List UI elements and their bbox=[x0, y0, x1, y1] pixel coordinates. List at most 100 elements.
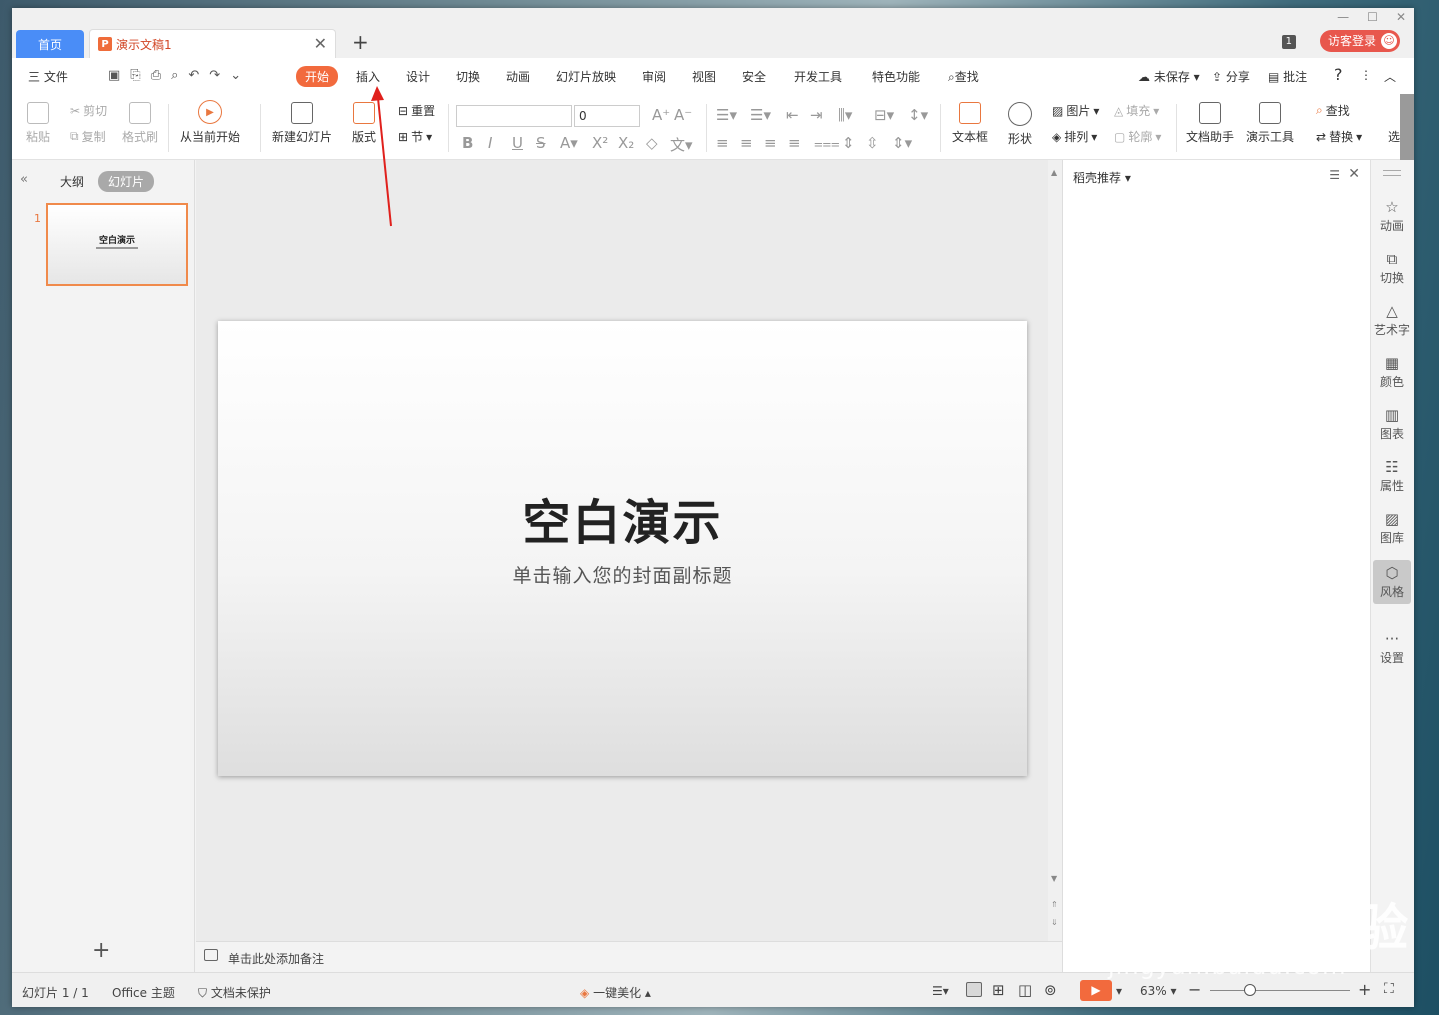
add-slide-button[interactable]: + bbox=[92, 938, 110, 963]
line-spacing-icon[interactable]: ↕▾ bbox=[908, 106, 928, 124]
prev-page-icon[interactable]: ⇑ bbox=[1051, 900, 1058, 909]
shape-button[interactable]: 形状 bbox=[1008, 102, 1032, 147]
save-icon[interactable]: ▣ bbox=[108, 68, 120, 83]
beautify-button[interactable]: ◈ 一键美化 ▴ bbox=[580, 984, 651, 1001]
search-command[interactable]: ⌕查找 bbox=[948, 68, 979, 85]
zoom-level[interactable]: 63% ▾ bbox=[1140, 984, 1177, 998]
sidebar-item-animation[interactable]: ☆ 动画 bbox=[1373, 194, 1411, 238]
section-button[interactable]: ⊞ 节 ▾ bbox=[398, 128, 432, 145]
reading-view-icon[interactable]: ◫ bbox=[1018, 981, 1032, 999]
slide-thumbnail[interactable]: 空白演示 bbox=[46, 203, 188, 286]
close-window-icon[interactable]: ✕ bbox=[1396, 10, 1406, 24]
increase-indent-icon[interactable]: ⇥ bbox=[810, 106, 823, 124]
select-button[interactable]: 选 bbox=[1388, 128, 1400, 145]
text-direction-icon[interactable]: ⊟▾ bbox=[874, 106, 894, 124]
zoom-slider-handle[interactable] bbox=[1244, 984, 1256, 996]
file-menu[interactable]: 三 文件 bbox=[28, 68, 68, 85]
shrink-font-icon[interactable]: A⁻ bbox=[674, 106, 692, 124]
paste-button[interactable]: 粘贴 bbox=[26, 102, 50, 145]
sidebar-item-chart[interactable]: ▥ 图表 bbox=[1373, 402, 1411, 446]
decrease-indent-icon[interactable]: ⇤ bbox=[786, 106, 799, 124]
columns-icon[interactable]: ⫼▾ bbox=[838, 106, 852, 124]
copy-button[interactable]: ⧉ 复制 bbox=[70, 128, 106, 145]
slide-title[interactable]: 空白演示 bbox=[218, 483, 1027, 553]
undo-icon[interactable]: ↶ bbox=[188, 68, 199, 83]
scroll-down-icon[interactable]: ▼ bbox=[1051, 874, 1057, 883]
tab-transition[interactable]: 切换 bbox=[456, 68, 480, 85]
more-icon[interactable]: ⋮ bbox=[1360, 68, 1372, 82]
picture-button[interactable]: ▨ 图片 ▾ bbox=[1052, 102, 1099, 119]
window-count-badge[interactable]: 1 bbox=[1281, 35, 1296, 49]
reset-button[interactable]: ⊟ 重置 bbox=[398, 102, 435, 119]
play-options-icon[interactable]: ▾ bbox=[1116, 984, 1122, 998]
print-preview-icon[interactable]: ⌕ bbox=[171, 68, 178, 83]
canvas-scrollbar[interactable]: ▲ ▼ ⇑ ⇓ bbox=[1048, 160, 1062, 941]
present-tools-button[interactable]: 演示工具 bbox=[1246, 102, 1294, 145]
login-button[interactable]: 访客登录 ☺ bbox=[1319, 30, 1400, 52]
align-right-icon[interactable]: ≡ bbox=[764, 134, 777, 152]
font-size-select[interactable]: 0 bbox=[574, 105, 640, 127]
zoom-in-icon[interactable]: + bbox=[1358, 980, 1371, 999]
tab-home[interactable]: 首页 bbox=[16, 30, 84, 58]
slide[interactable]: 空白演示 单击输入您的封面副标题 bbox=[218, 321, 1027, 776]
notes-toggle-icon[interactable]: ☰▾ bbox=[932, 984, 949, 998]
sidebar-item-style[interactable]: ⬡ 风格 bbox=[1373, 560, 1411, 604]
tab-features[interactable]: 特色功能 bbox=[872, 68, 920, 85]
from-current-button[interactable]: ▶ 从当前开始 bbox=[180, 100, 240, 145]
theme-name[interactable]: Office 主题 bbox=[112, 984, 175, 1001]
distribute-icon[interactable]: ⩶ bbox=[814, 134, 840, 152]
subscript-icon[interactable]: X₂ bbox=[618, 134, 634, 152]
sorter-view-icon[interactable]: ⊞ bbox=[992, 981, 1005, 999]
customize-icon[interactable]: ⌄ bbox=[230, 68, 241, 83]
align-center-icon[interactable]: ≡ bbox=[740, 134, 753, 152]
doc-assistant-button[interactable]: 文档助手 bbox=[1186, 102, 1234, 145]
vertical-align-icon[interactable]: ⇳ bbox=[866, 134, 879, 152]
italic-icon[interactable]: I bbox=[488, 134, 492, 152]
arrange-button[interactable]: ◈ 排列 ▾ bbox=[1052, 128, 1097, 145]
fit-window-icon[interactable]: ⛶ bbox=[1384, 981, 1394, 997]
tab-security[interactable]: 安全 bbox=[742, 68, 766, 85]
numbered-list-icon[interactable]: ☰▾ bbox=[750, 106, 771, 124]
maximize-icon[interactable]: ☐ bbox=[1367, 10, 1378, 24]
fill-button[interactable]: ◬ 填充 ▾ bbox=[1114, 102, 1159, 119]
replace-button[interactable]: ⇄ 替换 ▾ bbox=[1316, 128, 1362, 145]
tab-outline[interactable]: 大纲 bbox=[60, 173, 84, 190]
bullet-list-icon[interactable]: ☰▾ bbox=[716, 106, 737, 124]
tab-view[interactable]: 视图 bbox=[692, 68, 716, 85]
help-button[interactable]: ? bbox=[1334, 65, 1343, 84]
bold-icon[interactable]: B bbox=[462, 134, 473, 152]
collapse-panel-icon[interactable]: « bbox=[20, 172, 28, 187]
sidebar-item-transition[interactable]: ⧉ 切换 bbox=[1373, 246, 1411, 290]
find-button[interactable]: ⌕ 查找 bbox=[1316, 102, 1350, 119]
new-tab-button[interactable]: + bbox=[352, 30, 369, 54]
tab-animation[interactable]: 动画 bbox=[506, 68, 530, 85]
clear-format-icon[interactable]: ◇ bbox=[646, 134, 658, 152]
presenter-view-icon[interactable]: ⊚ bbox=[1044, 981, 1057, 999]
layout-button[interactable]: 版式 bbox=[352, 102, 376, 145]
font-name-select[interactable] bbox=[456, 105, 572, 127]
textbox-button[interactable]: 文本框 bbox=[952, 102, 988, 145]
unsaved-status[interactable]: ☁ 未保存 ▾ bbox=[1138, 68, 1200, 85]
paragraph-spacing-icon[interactable]: ⇕ bbox=[842, 134, 855, 152]
tab-slideshow[interactable]: 幻灯片放映 bbox=[556, 68, 616, 85]
justify-icon[interactable]: ≡ bbox=[788, 134, 801, 152]
zoom-out-icon[interactable]: − bbox=[1188, 980, 1201, 999]
tab-developer[interactable]: 开发工具 bbox=[794, 68, 842, 85]
grow-font-icon[interactable]: A⁺ bbox=[652, 106, 670, 124]
sidebar-item-properties[interactable]: ☷ 属性 bbox=[1373, 454, 1411, 498]
tab-document[interactable]: P 演示文稿1 ✕ bbox=[89, 29, 336, 58]
task-pane-title[interactable]: 稻壳推荐 ▾ bbox=[1073, 169, 1131, 186]
phonetic-icon[interactable]: 文▾ bbox=[670, 134, 693, 155]
tab-review[interactable]: 审阅 bbox=[642, 68, 666, 85]
scroll-up-icon[interactable]: ▲ bbox=[1051, 168, 1057, 177]
strikethrough-icon[interactable]: S bbox=[536, 134, 546, 152]
tab-design[interactable]: 设计 bbox=[406, 68, 430, 85]
ribbon-scroll-handle[interactable] bbox=[1400, 94, 1414, 160]
tab-insert[interactable]: 插入 bbox=[356, 68, 380, 85]
format-painter-button[interactable]: 格式刷 bbox=[122, 102, 158, 145]
sidebar-item-color[interactable]: ▦ 颜色 bbox=[1373, 350, 1411, 394]
close-pane-icon[interactable]: ✕ bbox=[1348, 166, 1360, 182]
comment-button[interactable]: ▤ 批注 bbox=[1268, 68, 1307, 85]
underline-icon[interactable]: U bbox=[512, 134, 523, 152]
protect-status[interactable]: ⛉ 文档未保护 bbox=[198, 984, 271, 1001]
